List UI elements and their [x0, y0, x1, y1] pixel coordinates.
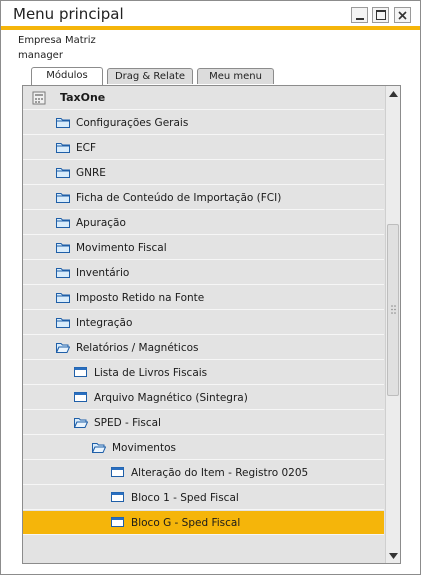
- tree-item[interactable]: Relatórios / Magnéticos: [23, 336, 384, 360]
- scroll-up-button[interactable]: [387, 87, 400, 100]
- tree-item-label: Integração: [76, 316, 133, 329]
- form-icon: [111, 517, 125, 528]
- window-title: Menu principal: [13, 5, 124, 23]
- tree-item[interactable]: Apuração: [23, 211, 384, 235]
- tree-item[interactable]: Alteração do Item - Registro 0205: [23, 461, 384, 485]
- tree-item-label: ECF: [76, 141, 97, 154]
- form-icon: [74, 392, 88, 403]
- scroll-thumb[interactable]: [387, 224, 399, 396]
- folder-open-icon: [91, 442, 107, 453]
- tree-item-label: Lista de Livros Fiscais: [94, 366, 208, 379]
- triangle-down-icon: [389, 552, 398, 559]
- tree-item-label: Alteração do Item - Registro 0205: [131, 466, 309, 479]
- tree-item-label: Bloco 1 - Sped Fiscal: [131, 491, 239, 504]
- module-icon: [32, 91, 46, 105]
- folder-icon: [56, 292, 70, 303]
- form-icon: [111, 492, 125, 503]
- folder-icon: [56, 117, 70, 128]
- folder-icon: [56, 217, 70, 228]
- close-button[interactable]: [394, 7, 411, 23]
- tree-item-label: Relatórios / Magnéticos: [76, 341, 199, 354]
- maximize-button[interactable]: [372, 7, 389, 23]
- folder-open-icon: [55, 342, 71, 353]
- tree-item[interactable]: Movimento Fiscal: [23, 236, 384, 260]
- tab-meu-menu[interactable]: Meu menu: [197, 68, 274, 84]
- folder-icon: [56, 192, 70, 203]
- triangle-up-icon: [389, 90, 398, 97]
- tree-item[interactable]: Ficha de Conteúdo de Importação (FCI): [23, 186, 384, 210]
- tree-item[interactable]: GNRE: [23, 161, 384, 185]
- tree-item-label: Movimentos: [112, 441, 176, 454]
- tree-item[interactable]: Arquivo Magnético (Sintegra): [23, 386, 384, 410]
- tree-item-label: Apuração: [76, 216, 126, 229]
- tree-item-label: TaxOne: [60, 91, 106, 104]
- tree-item-label: Arquivo Magnético (Sintegra): [94, 391, 248, 404]
- tree-item[interactable]: Inventário: [23, 261, 384, 285]
- folder-icon: [56, 142, 70, 153]
- tree-item-label: GNRE: [76, 166, 106, 179]
- main-menu-window: Menu principal Empresa Matriz manager Mó…: [0, 0, 421, 575]
- form-icon: [111, 467, 125, 478]
- minimize-button[interactable]: [351, 7, 368, 23]
- title-bar[interactable]: Menu principal: [1, 1, 420, 30]
- tree-item[interactable]: Integração: [23, 311, 384, 335]
- maximize-icon: [375, 10, 386, 20]
- tree-item-label: Configurações Gerais: [76, 116, 189, 129]
- tree-item-label: Bloco G - Sped Fiscal: [131, 516, 241, 529]
- tree-item[interactable]: Bloco 1 - Sped Fiscal: [23, 486, 384, 510]
- tree-item[interactable]: Configurações Gerais: [23, 111, 384, 135]
- company-name: Empresa Matriz: [18, 35, 96, 46]
- user-name: manager: [18, 50, 63, 61]
- tree-item-label: Ficha de Conteúdo de Importação (FCI): [76, 191, 282, 204]
- minimize-icon: [355, 17, 364, 20]
- folder-icon: [56, 167, 70, 178]
- tab-modulos[interactable]: Módulos: [31, 67, 103, 85]
- module-tree-panel: TaxOne Configurações Gerais ECF GNRE Ficha d…: [22, 85, 401, 564]
- tree-item-label: Inventário: [76, 266, 130, 279]
- tree-item[interactable]: Lista de Livros Fiscais: [23, 361, 384, 385]
- tree-item[interactable]: SPED - Fiscal: [23, 411, 384, 435]
- tree-item-label: Imposto Retido na Fonte: [76, 291, 205, 304]
- tab-drag-relate[interactable]: Drag & Relate: [107, 68, 193, 84]
- folder-icon: [56, 317, 70, 328]
- form-icon: [74, 367, 88, 378]
- scroll-down-button[interactable]: [387, 549, 400, 562]
- tree-item[interactable]: Movimentos: [23, 436, 384, 460]
- tree-item[interactable]: Imposto Retido na Fonte: [23, 286, 384, 310]
- tree-root-item[interactable]: TaxOne: [23, 86, 384, 110]
- folder-open-icon: [73, 417, 89, 428]
- tree-item-label: Movimento Fiscal: [76, 241, 167, 254]
- tree-item[interactable]: Bloco G - Sped Fiscal: [23, 511, 384, 535]
- grip-icon: [391, 305, 396, 314]
- tree-item[interactable]: ECF: [23, 136, 384, 160]
- close-icon: [398, 10, 407, 20]
- folder-icon: [56, 242, 70, 253]
- tree-item-label: SPED - Fiscal: [94, 416, 161, 429]
- module-tree: TaxOne Configurações Gerais ECF GNRE Ficha d…: [23, 86, 384, 563]
- vertical-scrollbar[interactable]: [385, 86, 400, 563]
- folder-icon: [56, 267, 70, 278]
